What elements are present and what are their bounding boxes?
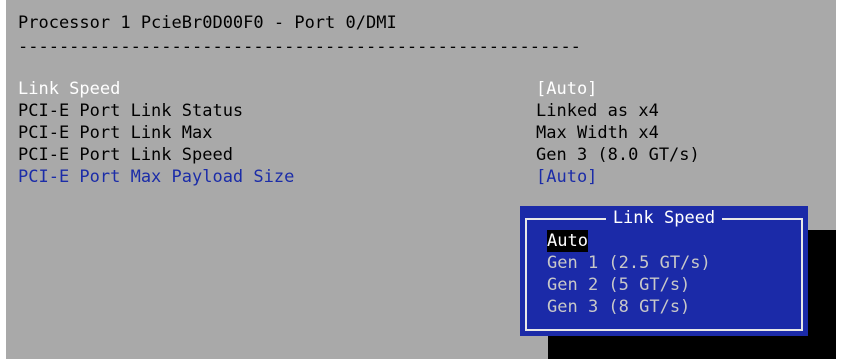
setting-label-port-link-speed: PCI-E Port Link Speed bbox=[18, 145, 233, 165]
setting-label-link-max: PCI-E Port Link Max bbox=[18, 123, 213, 143]
page-title: Processor 1 PcieBr0D00F0 - Port 0/DMI bbox=[18, 13, 397, 33]
setting-label-max-payload-size[interactable]: PCI-E Port Max Payload Size bbox=[18, 166, 294, 188]
setting-value-port-link-speed: Gen 3 (8.0 GT/s) bbox=[536, 145, 700, 165]
popup-option-gen3[interactable]: Gen 3 (8 GT/s) bbox=[547, 296, 690, 318]
setting-label-link-speed[interactable]: Link Speed bbox=[18, 78, 120, 100]
setting-value-max-payload-size[interactable]: [Auto] bbox=[536, 166, 597, 188]
popup-title: Link Speed bbox=[520, 207, 808, 229]
popup-option-gen2[interactable]: Gen 2 (5 GT/s) bbox=[547, 274, 690, 296]
setting-value-link-speed[interactable]: [Auto] bbox=[536, 78, 597, 100]
setting-label-link-status: PCI-E Port Link Status bbox=[18, 101, 244, 121]
setting-value-link-status: Linked as x4 bbox=[536, 101, 659, 121]
setting-value-link-max: Max Width x4 bbox=[536, 123, 659, 143]
popup-title-text: Link Speed bbox=[605, 208, 723, 228]
title-divider: ----------------------------------------… bbox=[18, 37, 581, 57]
popup-option-auto[interactable]: Auto bbox=[547, 230, 588, 252]
link-speed-popup: Link Speed Auto Gen 1 (2.5 GT/s) Gen 2 (… bbox=[520, 206, 808, 336]
popup-option-gen1[interactable]: Gen 1 (2.5 GT/s) bbox=[547, 252, 711, 274]
bios-setup-screen: Processor 1 PcieBr0D00F0 - Port 0/DMI --… bbox=[6, 0, 836, 359]
